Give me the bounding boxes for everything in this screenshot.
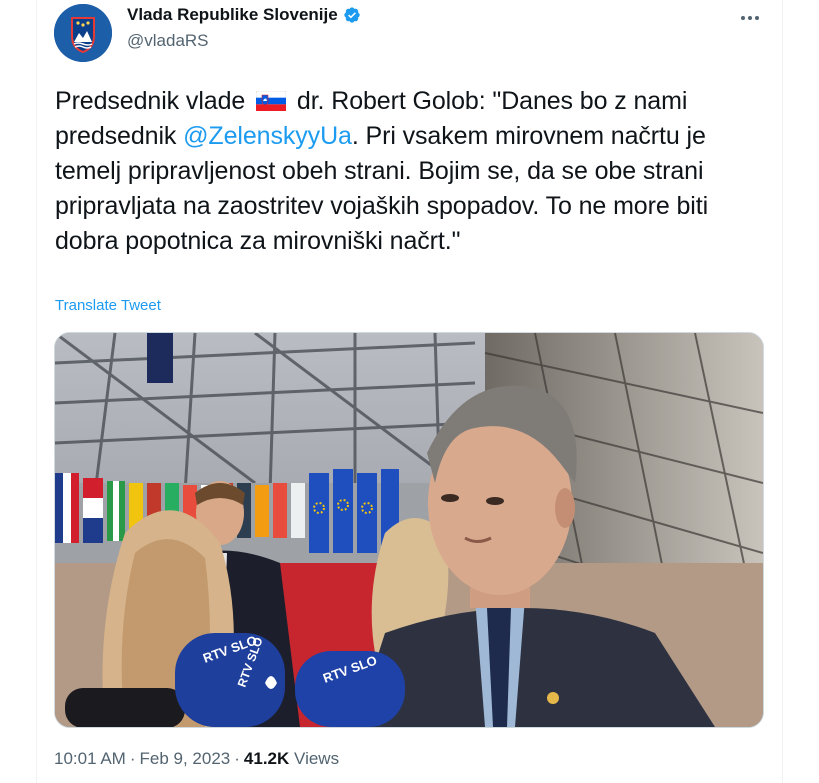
- translate-tweet-link[interactable]: Translate Tweet: [55, 297, 161, 314]
- coat-of-arms-icon: [54, 4, 112, 62]
- tweet-photo[interactable]: RTV SLO RTV SLO RTV SLO: [54, 332, 764, 728]
- tweet-text-part: Predsednik vlade: [55, 87, 246, 115]
- more-dot-icon: [755, 16, 759, 20]
- verified-badge-icon: [344, 7, 360, 23]
- avatar[interactable]: [54, 4, 112, 62]
- views-count: 41.2K: [243, 749, 290, 768]
- tweet-date[interactable]: Feb 9, 2023: [140, 749, 231, 768]
- separator: ·: [129, 749, 136, 768]
- account-name-row[interactable]: Vlada Republike Slovenije: [127, 5, 361, 25]
- separator: ·: [234, 749, 240, 768]
- account-display-name[interactable]: Vlada Republike Slovenije: [127, 5, 338, 25]
- tweet-time[interactable]: 10:01 AM: [54, 749, 126, 768]
- slovenia-flag-icon: [256, 91, 287, 111]
- tweet-meta: 10:01 AM · Feb 9, 2023 · 41.2K Views: [54, 749, 339, 769]
- more-dot-icon: [748, 16, 752, 20]
- tweet-text: Predsednik vlade dr. Robert Golob: "Dane…: [55, 84, 775, 259]
- more-options-button[interactable]: [737, 6, 763, 30]
- account-handle[interactable]: @vladaRS: [127, 31, 209, 51]
- views-label: Views: [294, 749, 340, 768]
- press-photo-image: RTV SLO RTV SLO RTV SLO: [55, 333, 763, 727]
- mention-link[interactable]: @ZelenskyyUa: [183, 122, 352, 150]
- more-dot-icon: [741, 16, 745, 20]
